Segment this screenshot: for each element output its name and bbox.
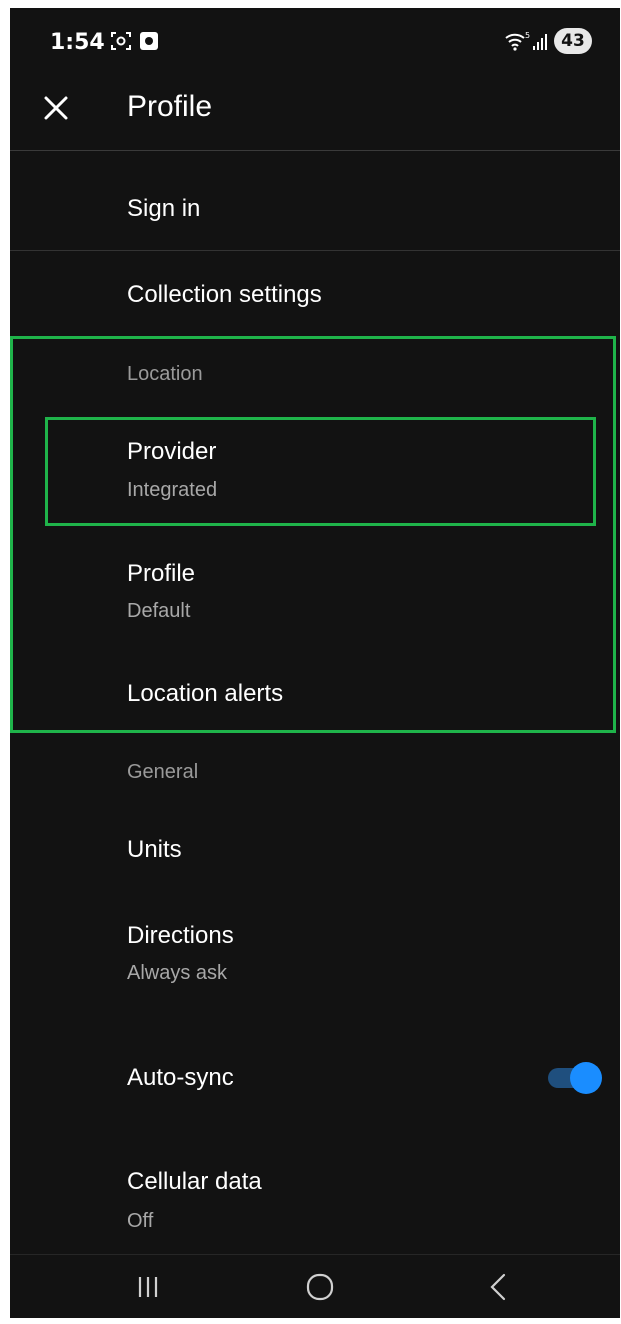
location-alerts-item[interactable]: Location alerts — [10, 648, 620, 730]
profile-item[interactable]: Profile Default — [10, 538, 620, 642]
cellular-data-item[interactable]: Cellular data Off — [10, 1138, 620, 1253]
location-alerts-label: Location alerts — [127, 680, 284, 707]
units-item[interactable]: Units — [10, 808, 620, 894]
back-icon — [490, 1273, 506, 1301]
recent-apps-button[interactable] — [118, 1265, 178, 1309]
directions-label: Directions — [127, 922, 234, 949]
svg-text:5: 5 — [525, 31, 530, 40]
app-header: Profile — [10, 72, 620, 151]
signal-icon — [532, 30, 550, 52]
cellular-data-label: Cellular data — [127, 1168, 262, 1195]
profile-value: Default — [127, 600, 191, 622]
sign-in-item[interactable]: Sign in — [10, 151, 620, 249]
status-time: 1:54 — [50, 30, 105, 55]
profile-label: Profile — [127, 560, 196, 587]
close-icon — [44, 96, 68, 120]
wifi-icon: 5 — [504, 30, 530, 52]
auto-sync-item[interactable]: Auto-sync — [10, 1028, 620, 1128]
directions-item[interactable]: Directions Always ask — [10, 898, 620, 1018]
section-header-location: Location — [127, 363, 203, 385]
auto-sync-label: Auto-sync — [127, 1064, 234, 1091]
back-button[interactable] — [468, 1265, 528, 1309]
collection-settings-label: Collection settings — [127, 281, 322, 308]
recent-apps-icon — [138, 1277, 158, 1297]
home-button[interactable] — [290, 1265, 350, 1309]
notification-icon — [138, 30, 160, 52]
provider-label: Provider — [127, 438, 217, 465]
cellular-data-value: Off — [127, 1210, 154, 1232]
app-screen: 1:54 5 43 Profile Sign in Collection set… — [10, 8, 620, 1318]
section-header-general: General — [127, 761, 199, 783]
battery-indicator: 43 — [554, 28, 592, 54]
units-label: Units — [127, 836, 182, 863]
screenshot-icon — [110, 30, 132, 52]
directions-value: Always ask — [127, 962, 228, 984]
provider-value: Integrated — [127, 479, 218, 501]
page-title: Profile — [127, 90, 213, 123]
home-icon — [306, 1273, 334, 1301]
auto-sync-toggle[interactable] — [546, 1061, 602, 1095]
provider-item[interactable]: Provider Integrated — [10, 420, 620, 524]
system-nav-bar — [10, 1254, 620, 1318]
close-button[interactable] — [34, 86, 78, 130]
sign-in-label: Sign in — [127, 195, 201, 222]
collection-settings-item[interactable]: Collection settings — [10, 251, 620, 337]
status-bar: 1:54 5 43 — [10, 8, 620, 72]
toggle-thumb — [570, 1062, 602, 1094]
